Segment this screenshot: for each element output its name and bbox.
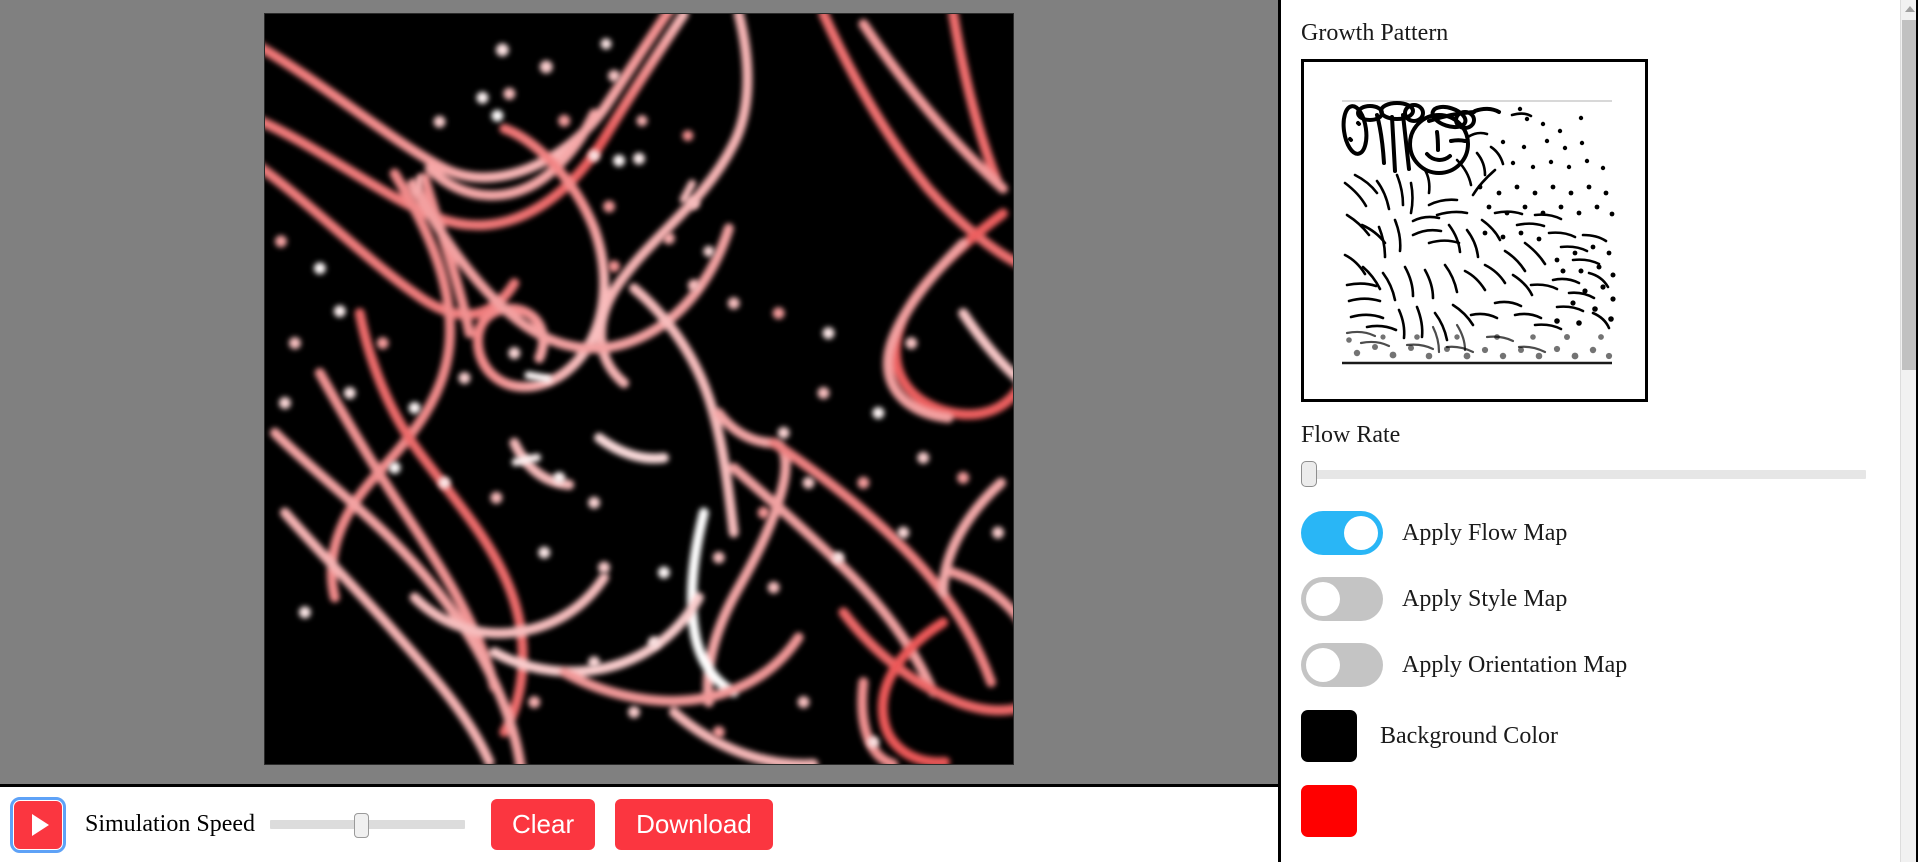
color-row-secondary [1301, 785, 1900, 837]
toggle-row-orientation-map: Apply Orientation Map [1301, 643, 1900, 687]
clear-button[interactable]: Clear [491, 799, 596, 850]
canvas-stage [0, 0, 1278, 787]
toggle-knob [1306, 582, 1340, 616]
apply-style-map-label: Apply Style Map [1402, 585, 1568, 612]
chevron-up-icon [1905, 6, 1915, 12]
toggle-knob [1306, 648, 1340, 682]
growth-pattern-label: Growth Pattern [1301, 20, 1449, 46]
toggle-knob [1344, 516, 1378, 550]
growth-pattern-thumbnail[interactable] [1301, 59, 1648, 402]
color-row-background: Background Color [1301, 710, 1900, 762]
download-button[interactable]: Download [615, 799, 773, 850]
play-button[interactable] [10, 796, 66, 853]
apply-orientation-map-label: Apply Orientation Map [1402, 651, 1628, 678]
settings-panel-content: Growth Pattern Flow Rate Apply Flow Map … [1281, 0, 1900, 862]
apply-orientation-map-toggle[interactable] [1301, 643, 1383, 687]
main-area: Simulation Speed Clear Download [0, 0, 1281, 862]
secondary-color-swatch[interactable] [1301, 785, 1357, 837]
background-color-swatch[interactable] [1301, 710, 1357, 762]
apply-flow-map-toggle[interactable] [1301, 511, 1383, 555]
bottom-toolbar: Simulation Speed Clear Download [0, 787, 1278, 862]
toggle-row-style-map: Apply Style Map [1301, 577, 1900, 621]
background-color-label: Background Color [1380, 722, 1558, 749]
slider-thumb[interactable] [353, 812, 369, 838]
application-root: Simulation Speed Clear Download Growth P… [0, 0, 1918, 862]
toggle-row-flow-map: Apply Flow Map [1301, 511, 1900, 555]
apply-style-map-toggle[interactable] [1301, 577, 1383, 621]
flow-rate-label: Flow Rate [1301, 422, 1401, 448]
slider-track [1301, 469, 1866, 479]
slider-thumb[interactable] [1301, 461, 1317, 487]
simulation-canvas[interactable] [264, 13, 1014, 765]
play-triangle-icon [31, 813, 49, 836]
simulation-speed-slider[interactable] [270, 810, 465, 840]
settings-panel: Growth Pattern Flow Rate Apply Flow Map … [1281, 0, 1918, 862]
flow-rate-slider[interactable] [1301, 459, 1866, 489]
simulation-speed-label: Simulation Speed [85, 811, 255, 837]
apply-flow-map-label: Apply Flow Map [1402, 519, 1568, 546]
